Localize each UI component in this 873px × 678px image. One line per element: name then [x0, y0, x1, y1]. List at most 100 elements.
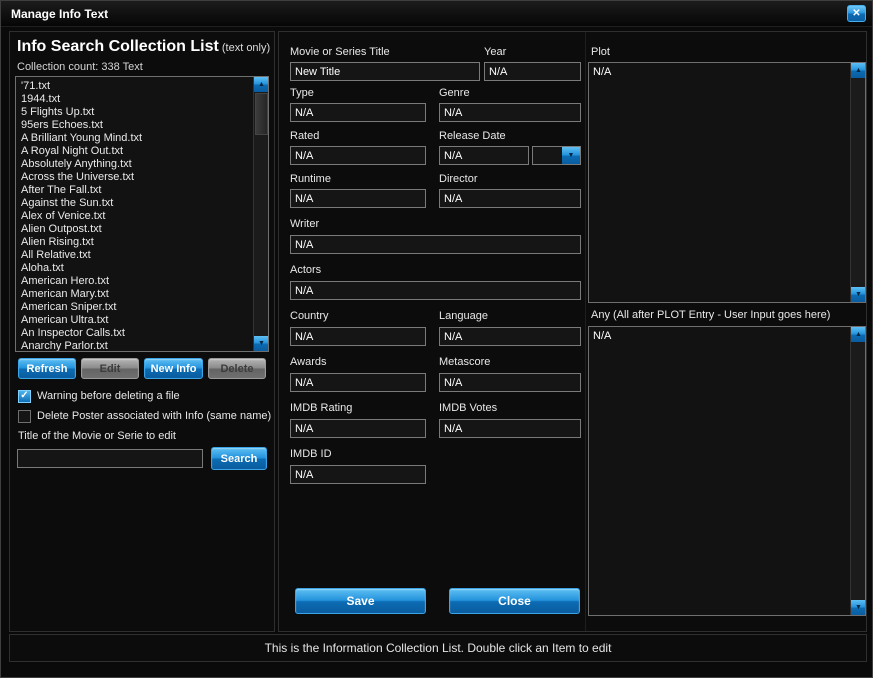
imdb-votes-input[interactable]	[439, 419, 581, 438]
any-label: Any (All after PLOT Entry - User Input g…	[591, 309, 831, 321]
list-item[interactable]: American Sniper.txt	[18, 301, 253, 314]
save-button[interactable]: Save	[295, 588, 426, 614]
collection-list-panel: Info Search Collection List (text only) …	[9, 31, 275, 632]
list-item[interactable]: American Ultra.txt	[18, 314, 253, 327]
list-item[interactable]: A Brilliant Young Mind.txt	[18, 132, 253, 145]
new-info-button[interactable]: New Info	[144, 358, 203, 379]
list-item[interactable]: Alien Outpost.txt	[18, 223, 253, 236]
list-item[interactable]: American Hero.txt	[18, 275, 253, 288]
file-list: '71.txt 1944.txt 5 Flights Up.txt 95ers Ech…	[16, 77, 253, 351]
scroll-up-button[interactable]: ▲	[851, 327, 865, 342]
list-item[interactable]: A Royal Night Out.txt	[18, 145, 253, 158]
check-icon: ✓	[20, 390, 29, 401]
rated-label: Rated	[290, 130, 320, 142]
actors-input[interactable]	[290, 281, 581, 300]
scroll-up-button[interactable]: ▲	[254, 77, 268, 92]
status-text: This is the Information Collection List.…	[264, 641, 612, 655]
scroll-down-button[interactable]: ▼	[254, 336, 268, 351]
search-input[interactable]	[17, 449, 203, 468]
list-item[interactable]: American Mary.txt	[18, 288, 253, 301]
list-item[interactable]: Alex of Venice.txt	[18, 210, 253, 223]
search-button[interactable]: Search	[211, 447, 267, 470]
collection-list-heading: Info Search Collection List (text only)	[17, 38, 270, 56]
imdb-id-label: IMDB ID	[290, 448, 332, 460]
list-item[interactable]: After The Fall.txt	[18, 184, 253, 197]
file-list-scrollbar[interactable]: ▲ ▼	[253, 77, 268, 351]
list-item[interactable]: 95ers Echoes.txt	[18, 119, 253, 132]
arrow-up-icon: ▲	[855, 67, 862, 74]
imdb-rating-input[interactable]	[290, 419, 426, 438]
search-title-label: Title of the Movie or Serie to edit	[18, 430, 176, 442]
scroll-down-button[interactable]: ▼	[851, 287, 865, 302]
list-item[interactable]: Absolutely Anything.txt	[18, 158, 253, 171]
close-button[interactable]: Close	[449, 588, 580, 614]
release-date-input[interactable]	[439, 146, 529, 165]
list-item[interactable]: Across the Universe.txt	[18, 171, 253, 184]
year-label: Year	[484, 46, 507, 58]
list-item[interactable]: Alien Rising.txt	[18, 236, 253, 249]
arrow-down-icon: ▼	[855, 604, 862, 611]
scroll-down-button[interactable]: ▼	[851, 600, 865, 615]
actors-label: Actors	[290, 264, 322, 276]
country-label: Country	[290, 310, 329, 322]
poster-checkbox-row: ✓ Delete Poster associated with Info (sa…	[18, 409, 271, 423]
any-box: N/A ▲ ▼	[588, 326, 866, 616]
list-item[interactable]: Against the Sun.txt	[18, 197, 253, 210]
plot-box: N/A ▲ ▼	[588, 62, 866, 303]
release-date-combo[interactable]: ▼	[532, 146, 581, 165]
rated-input[interactable]	[290, 146, 426, 165]
imdb-votes-label: IMDB Votes	[439, 402, 498, 414]
scroll-up-button[interactable]: ▲	[851, 63, 865, 78]
refresh-button[interactable]: Refresh	[18, 358, 76, 379]
list-item[interactable]: Anarchy Parlor.txt	[18, 340, 253, 351]
release-date-label: Release Date	[439, 130, 506, 142]
country-input[interactable]	[290, 327, 426, 346]
warning-checkbox-row: ✓ Warning before deleting a file	[18, 389, 180, 403]
list-item[interactable]: An Inspector Calls.txt	[18, 327, 253, 340]
warning-checkbox-label: Warning before deleting a file	[37, 390, 180, 402]
info-form-panel: Movie or Series Title Year Type Genre Ra…	[278, 31, 867, 632]
scrollbar-thumb[interactable]	[255, 93, 268, 135]
writer-label: Writer	[290, 218, 320, 230]
combo-dropdown-button[interactable]: ▼	[562, 147, 580, 164]
genre-label: Genre	[439, 87, 470, 99]
edit-button[interactable]: Edit	[81, 358, 139, 379]
runtime-input[interactable]	[290, 189, 426, 208]
genre-input[interactable]	[439, 103, 581, 122]
list-item[interactable]: '71.txt	[18, 80, 253, 93]
any-textarea[interactable]: N/A	[589, 327, 850, 615]
list-item[interactable]: All Relative.txt	[18, 249, 253, 262]
poster-checkbox[interactable]: ✓	[18, 409, 31, 423]
metascore-label: Metascore	[439, 356, 491, 368]
list-item[interactable]: Aloha.txt	[18, 262, 253, 275]
language-label: Language	[439, 310, 488, 322]
language-input[interactable]	[439, 327, 581, 346]
warning-checkbox[interactable]: ✓	[18, 389, 31, 403]
collection-count: Collection count: 338 Text	[17, 61, 143, 73]
type-input[interactable]	[290, 103, 426, 122]
plot-scrollbar[interactable]: ▲ ▼	[850, 63, 865, 302]
metascore-input[interactable]	[439, 373, 581, 392]
awards-label: Awards	[290, 356, 327, 368]
writer-input[interactable]	[290, 235, 581, 254]
year-input[interactable]	[484, 62, 581, 81]
arrow-up-icon: ▲	[855, 331, 862, 338]
director-label: Director	[439, 173, 478, 185]
window-close-button[interactable]: ✕	[847, 5, 866, 22]
collection-list-heading-note: (text only)	[218, 42, 271, 54]
title-input[interactable]	[290, 62, 480, 81]
form-plot-divider	[585, 32, 586, 631]
runtime-label: Runtime	[290, 173, 331, 185]
plot-textarea[interactable]: N/A	[589, 63, 850, 302]
list-item[interactable]: 5 Flights Up.txt	[18, 106, 253, 119]
arrow-down-icon: ▼	[855, 291, 862, 298]
awards-input[interactable]	[290, 373, 426, 392]
list-item[interactable]: 1944.txt	[18, 93, 253, 106]
director-input[interactable]	[439, 189, 581, 208]
titlebar: Manage Info Text ✕	[1, 1, 872, 27]
poster-checkbox-label: Delete Poster associated with Info (same…	[37, 410, 272, 422]
type-label: Type	[290, 87, 314, 99]
any-scrollbar[interactable]: ▲ ▼	[850, 327, 865, 615]
delete-button[interactable]: Delete	[208, 358, 266, 379]
imdb-id-input[interactable]	[290, 465, 426, 484]
